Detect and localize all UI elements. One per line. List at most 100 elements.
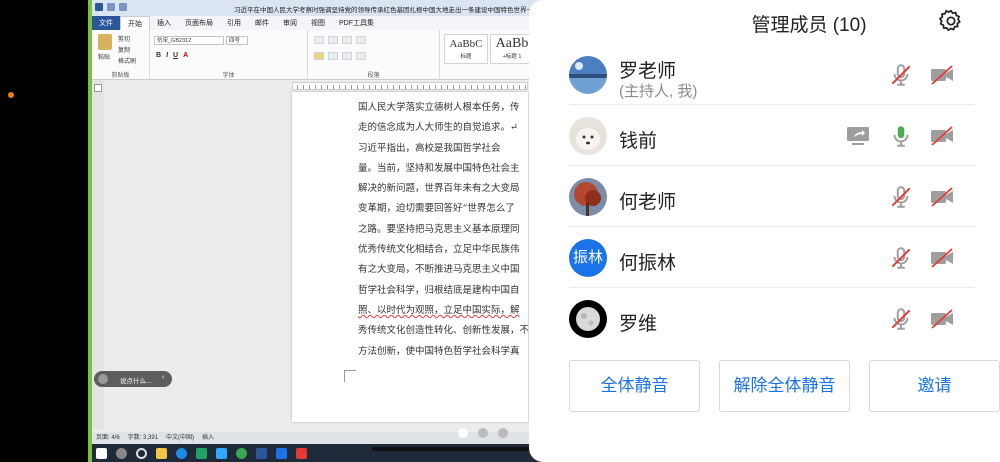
underline-button[interactable]: U bbox=[173, 52, 178, 59]
search-icon[interactable] bbox=[116, 447, 127, 459]
ruler-tick bbox=[369, 85, 370, 89]
align-right-icon[interactable] bbox=[342, 52, 352, 60]
paste-icon[interactable] bbox=[98, 34, 112, 50]
document-text[interactable]: 国人民大学落实立德树人根本任务，传 走的信念成为人大师生的自觉追求。↵ 习近平指… bbox=[358, 98, 528, 362]
member-name: 钱前 bbox=[619, 131, 658, 152]
member-row[interactable]: 罗维 bbox=[559, 288, 953, 348]
mic-muted-icon[interactable] bbox=[888, 245, 914, 271]
doc-line: 变革期，迫切需要回答好“世界怎么了 bbox=[358, 203, 515, 215]
doc-line: 方法创新，使中国特色哲学社会科学真 bbox=[358, 345, 520, 357]
align-left-icon[interactable] bbox=[314, 52, 324, 60]
ruler-tick bbox=[513, 85, 514, 89]
ruler-tick bbox=[471, 85, 472, 89]
save-icon[interactable] bbox=[107, 3, 115, 11]
menu-review[interactable]: 审阅 bbox=[276, 16, 304, 30]
camera-off-icon[interactable] bbox=[929, 306, 955, 332]
style-heading[interactable]: AaBbC 标题 bbox=[444, 34, 488, 64]
unmute-all-button[interactable]: 解除全体静音 bbox=[719, 360, 850, 412]
browser-icon[interactable] bbox=[236, 447, 247, 459]
app-icon[interactable] bbox=[296, 447, 307, 459]
member-row[interactable]: 钱前 bbox=[559, 105, 975, 166]
gear-icon[interactable] bbox=[938, 8, 964, 34]
menu-file[interactable]: 文件 bbox=[92, 16, 120, 30]
invite-button[interactable]: 邀请 bbox=[869, 360, 1000, 412]
document-page[interactable]: 国人民大学落实立德树人根本任务，传 走的信念成为人大师生的自觉追求。↵ 习近平指… bbox=[292, 92, 528, 422]
font-name-select[interactable]: 仿宋_GB2312 bbox=[154, 36, 224, 45]
status-language[interactable]: 中文(中国) bbox=[166, 432, 194, 444]
avatar bbox=[569, 117, 607, 155]
page-dot[interactable] bbox=[478, 428, 488, 438]
camera-off-icon[interactable] bbox=[929, 123, 955, 149]
justify-icon[interactable] bbox=[356, 52, 366, 60]
task-view-icon[interactable] bbox=[136, 447, 147, 459]
ruler-tick bbox=[327, 85, 328, 89]
meeting-app-icon[interactable] bbox=[276, 447, 287, 459]
ruler-tick bbox=[387, 85, 388, 89]
word-logo-icon bbox=[95, 3, 103, 11]
mic-on-icon[interactable] bbox=[888, 123, 914, 149]
doc-line: 习近平指出，高校是我国哲学社会 bbox=[358, 142, 501, 154]
doc-line: 之路。要坚持把马克思主义基本原理同 bbox=[358, 223, 520, 235]
ruler-tab-selector[interactable] bbox=[94, 84, 102, 92]
member-row[interactable]: 罗老师 (主持人, 我) bbox=[559, 44, 975, 105]
menu-mailings[interactable]: 邮件 bbox=[248, 16, 276, 30]
screen-share-icon[interactable] bbox=[845, 123, 871, 149]
font-color-button[interactable]: A bbox=[183, 52, 188, 59]
menu-home[interactable]: 开始 bbox=[120, 16, 150, 30]
menu-references[interactable]: 引用 bbox=[220, 16, 248, 30]
mute-all-button[interactable]: 全体静音 bbox=[569, 360, 700, 412]
italic-button[interactable]: I bbox=[166, 52, 168, 59]
mic-muted-icon[interactable] bbox=[888, 62, 914, 88]
photoshop-icon[interactable] bbox=[216, 447, 227, 459]
camera-off-icon[interactable] bbox=[929, 62, 955, 88]
styles-group: AaBbC 标题 AaBb +标题 1 bbox=[440, 30, 542, 80]
ruler-tick bbox=[423, 85, 424, 89]
word-icon[interactable] bbox=[256, 447, 267, 459]
menu-pdf-tools[interactable]: PDF工具集 bbox=[332, 16, 381, 30]
ruler-tick bbox=[435, 85, 436, 89]
ruler-tick bbox=[375, 85, 376, 89]
mic-muted-icon[interactable] bbox=[888, 306, 914, 332]
manage-members-panel: 管理成员 (10) 罗老师 (主持人, 我) 钱前 何老师 振林 何振林 罗维 … bbox=[529, 0, 1000, 462]
font-group: 仿宋_GB2312 四号 B I U A 字体 bbox=[150, 30, 308, 80]
page-dot[interactable] bbox=[498, 428, 508, 438]
member-row[interactable]: 振林 何振林 bbox=[559, 227, 975, 288]
copy-label[interactable]: 复制 bbox=[118, 45, 130, 54]
ruler-tick bbox=[489, 85, 490, 89]
status-mode[interactable]: 插入 bbox=[202, 432, 214, 444]
edge-icon[interactable] bbox=[176, 447, 187, 459]
clipboard-group: 粘贴 剪切 复制 格式刷 剪贴板 bbox=[92, 30, 150, 80]
paragraph-buttons-row2 bbox=[314, 52, 366, 60]
style-heading-label: 标题 bbox=[460, 54, 472, 60]
chevron-left-icon[interactable]: ‹ bbox=[162, 374, 164, 381]
doc-line: 哲学社会科学，归根结底是建构中国自 bbox=[358, 284, 520, 296]
paragraph-buttons-row1 bbox=[314, 36, 366, 44]
menu-insert[interactable]: 插入 bbox=[150, 16, 178, 30]
member-row[interactable]: 何老师 bbox=[559, 166, 975, 227]
bold-button[interactable]: B bbox=[156, 52, 161, 59]
cut-label[interactable]: 剪切 bbox=[118, 34, 130, 43]
camera-off-icon[interactable] bbox=[929, 184, 955, 210]
mic-muted-icon[interactable] bbox=[888, 184, 914, 210]
style-heading-1[interactable]: AaBb +标题 1 bbox=[490, 34, 534, 64]
ruler-tick bbox=[447, 85, 448, 89]
outdent-icon[interactable] bbox=[342, 36, 352, 44]
format-painter-label[interactable]: 格式刷 bbox=[118, 56, 136, 65]
excel-icon[interactable] bbox=[196, 447, 207, 459]
paste-label[interactable]: 粘贴 bbox=[98, 52, 110, 61]
status-words[interactable]: 字数: 3,391 bbox=[128, 432, 158, 444]
chat-assistant-pill[interactable]: 说点什么... ‹ bbox=[94, 371, 172, 387]
menu-page-layout[interactable]: 页面布局 bbox=[178, 16, 220, 30]
page-dot-active[interactable] bbox=[458, 428, 468, 438]
numbering-icon[interactable] bbox=[328, 36, 338, 44]
file-explorer-icon[interactable] bbox=[156, 447, 167, 459]
align-center-icon[interactable] bbox=[328, 52, 338, 60]
status-page[interactable]: 页面: 4/6 bbox=[96, 432, 120, 444]
undo-icon[interactable] bbox=[119, 3, 127, 11]
windows-start-icon[interactable] bbox=[96, 447, 107, 459]
bullets-icon[interactable] bbox=[314, 36, 324, 44]
menu-view[interactable]: 视图 bbox=[304, 16, 332, 30]
indent-icon[interactable] bbox=[356, 36, 366, 44]
camera-off-icon[interactable] bbox=[929, 245, 955, 271]
font-size-select[interactable]: 四号 bbox=[226, 36, 248, 45]
